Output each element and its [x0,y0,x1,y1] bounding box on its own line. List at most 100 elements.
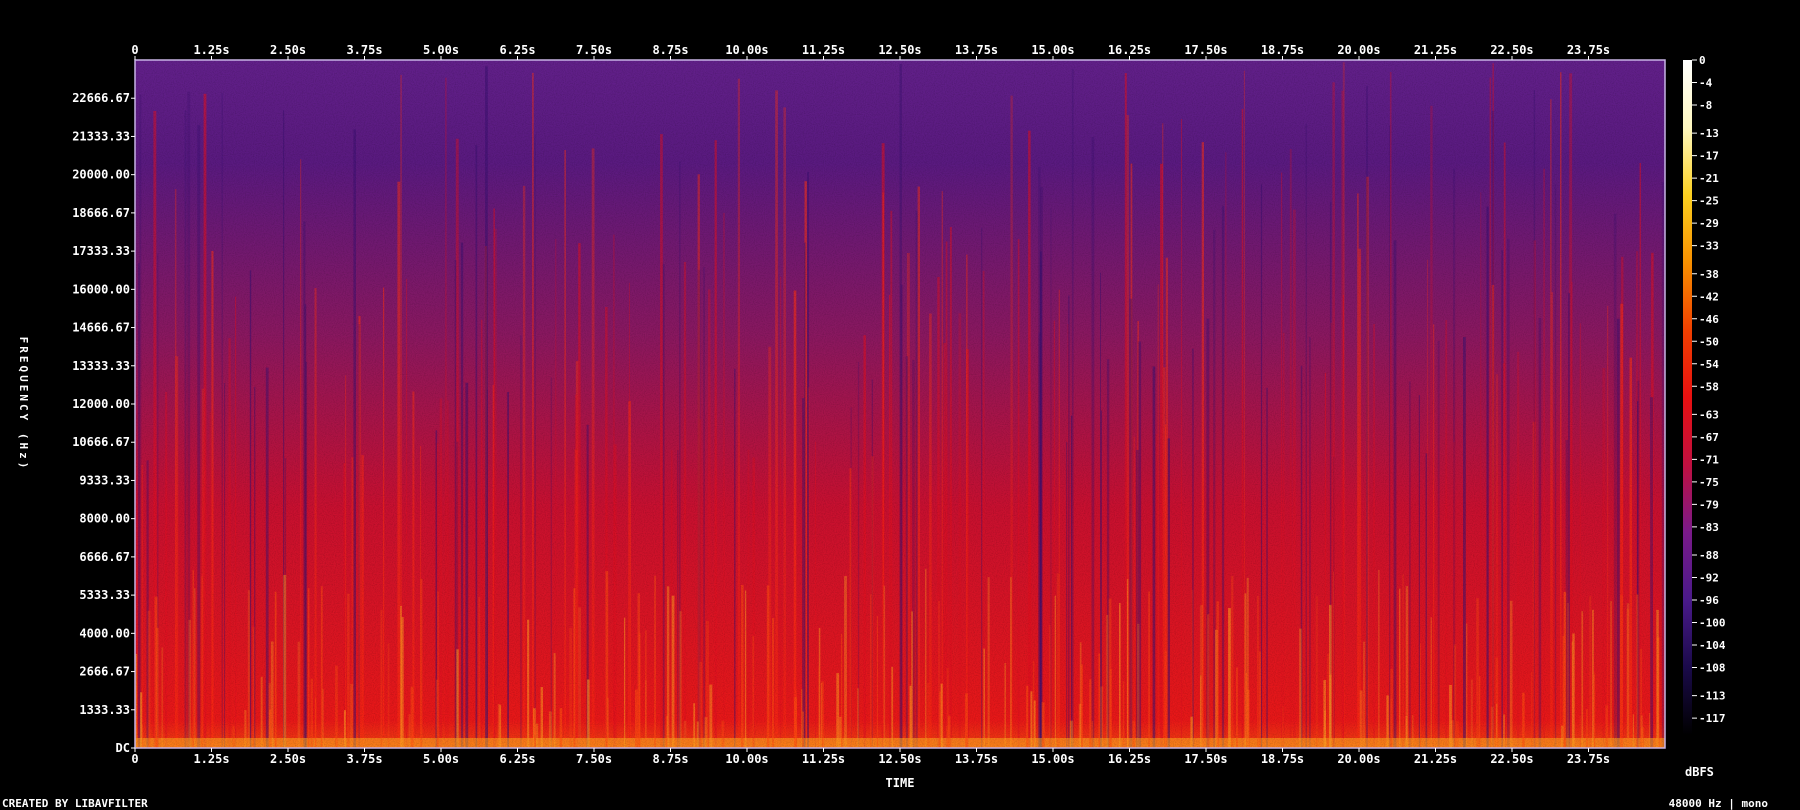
colorbar-tick-label: -17 [1699,150,1719,163]
colorbar: 0 -4 -8 -13 -17 -21 -25 -29 -33 -38 -42 -46 -50 -54 -5… [1683,54,1726,779]
x-tick-label-top: 8.75s [652,43,688,57]
colorbar-tick-label: -4 [1699,77,1713,90]
x-tick-label-top: 1.25s [193,43,229,57]
x-tick-label-bottom: 8.75s [652,752,688,766]
colorbar-tick-label: -75 [1699,476,1719,489]
colorbar-tick-label: -88 [1699,549,1719,562]
x-tick-label-bottom: 2.50s [270,752,306,766]
x-tick-label-top: 22.50s [1490,43,1533,57]
x-tick-label-bottom: 7.50s [576,752,612,766]
y-tick-label: DC [116,741,130,755]
colorbar-tick-label: -58 [1699,380,1719,393]
colorbar-tick-label: -104 [1699,639,1726,652]
colorbar-tick-label: -113 [1699,690,1726,703]
colorbar-tick-label: -13 [1699,127,1719,140]
x-tick-label-bottom: 13.75s [955,752,998,766]
colorbar-tick-label: -100 [1699,617,1726,630]
x-axis-top: 0 1.25s 2.50s 3.75s 5.00s 6.25s 7.50s 8.75s 10.0… [131,43,1610,60]
y-tick-label: 4000.00 [79,626,130,640]
footer-created-by: CREATED BY LIBAVFILTER [2,797,148,810]
colorbar-tick-label: -83 [1699,521,1719,534]
x-tick-label-bottom: 11.25s [802,752,845,766]
x-tick-label-top: 18.75s [1261,43,1304,57]
x-tick-label-top: 2.50s [270,43,306,57]
x-tick-label-top: 21.25s [1414,43,1457,57]
y-tick-label: 20000.00 [72,168,130,182]
x-tick-label-bottom: 10.00s [725,752,768,766]
y-tick-label: 22666.67 [72,91,130,105]
spectrogram-figure: 0 1.25s 2.50s 3.75s 5.00s 6.25s 7.50s 8.75s 10.0… [2,43,1769,810]
x-tick-label-top: 15.00s [1031,43,1074,57]
colorbar-tick-label: -38 [1699,268,1719,281]
y-tick-label: 21333.33 [72,129,130,143]
colorbar-tick-label: 0 [1699,54,1706,67]
x-tick-label-bottom: 1.25s [193,752,229,766]
x-tick-label-bottom: 18.75s [1261,752,1304,766]
x-tick-label-top: 5.00s [423,43,459,57]
y-tick-label: 13333.33 [72,359,130,373]
y-tick-label: 5333.33 [79,588,130,602]
x-axis-bottom: 0 1.25s 2.50s 3.75s 5.00s 6.25s 7.50s 8.75s 10.0… [131,748,1610,766]
x-tick-label-top: 6.25s [499,43,535,57]
colorbar-tick-label: -71 [1699,453,1719,466]
x-tick-label-top: 12.50s [878,43,921,57]
y-tick-label: 16000.00 [72,282,130,296]
y-tick-label: 2666.67 [79,665,130,679]
x-tick-label-bottom: 12.50s [878,752,921,766]
y-tick-label: 12000.00 [72,397,130,411]
colorbar-tick-label: -108 [1699,662,1726,675]
y-axis-label: FREQUENCY (Hz) [17,337,30,472]
y-tick-label: 6666.67 [79,550,130,564]
y-tick-label: 1333.33 [79,703,130,717]
x-tick-label-bottom: 6.25s [499,752,535,766]
x-tick-label-top: 7.50s [576,43,612,57]
x-tick-label-bottom: 0 [131,752,138,766]
x-axis-label: TIME [886,776,915,790]
x-tick-label-bottom: 15.00s [1031,752,1074,766]
spectrogram-noise [135,60,1665,748]
colorbar-ticks: 0 -4 -8 -13 -17 -21 -25 -29 -33 -38 -42 -46 -50 -54 -5… [1692,54,1726,725]
y-tick-label: 14666.67 [72,321,130,335]
colorbar-tick-label: -63 [1699,408,1719,421]
y-tick-label: 9333.33 [79,473,130,487]
y-tick-label: 18666.67 [72,206,130,220]
y-tick-label: 8000.00 [79,512,130,526]
x-tick-label-bottom: 17.50s [1184,752,1227,766]
x-tick-label-bottom: 5.00s [423,752,459,766]
x-tick-label-top: 11.25s [802,43,845,57]
colorbar-tick-label: -96 [1699,594,1719,607]
colorbar-tick-label: -29 [1699,217,1719,230]
x-tick-label-bottom: 20.00s [1337,752,1380,766]
colorbar-label: dBFS [1685,765,1714,779]
x-tick-label-top: 16.25s [1108,43,1151,57]
x-tick-label-top: 23.75s [1567,43,1610,57]
colorbar-tick-label: -54 [1699,358,1719,371]
x-tick-label-bottom: 16.25s [1108,752,1151,766]
colorbar-tick-label: -117 [1699,712,1726,725]
spectrogram-plot [134,59,1666,749]
x-tick-label-bottom: 3.75s [346,752,382,766]
colorbar-tick-label: -25 [1699,195,1719,208]
colorbar-tick-label: -50 [1699,335,1719,348]
x-tick-label-bottom: 23.75s [1567,752,1610,766]
colorbar-tick-label: -46 [1699,313,1719,326]
x-tick-label-top: 0 [131,43,138,57]
x-tick-label-bottom: 21.25s [1414,752,1457,766]
colorbar-tick-label: -21 [1699,172,1719,185]
colorbar-tick-label: -79 [1699,498,1719,511]
x-tick-label-top: 20.00s [1337,43,1380,57]
x-tick-label-top: 13.75s [955,43,998,57]
footer-stream-info: 48000 Hz | mono [1669,797,1769,810]
x-tick-label-top: 10.00s [725,43,768,57]
x-tick-label-bottom: 22.50s [1490,752,1533,766]
colorbar-tick-label: -67 [1699,431,1719,444]
colorbar-tick-label: -92 [1699,572,1719,585]
y-tick-label: 17333.33 [72,244,130,258]
x-tick-label-top: 17.50s [1184,43,1227,57]
y-tick-label: 10666.67 [72,435,130,449]
colorbar-gradient [1683,60,1692,735]
x-tick-label-top: 3.75s [346,43,382,57]
colorbar-tick-label: -8 [1699,99,1712,112]
colorbar-tick-label: -42 [1699,290,1719,303]
colorbar-tick-label: -33 [1699,240,1719,253]
